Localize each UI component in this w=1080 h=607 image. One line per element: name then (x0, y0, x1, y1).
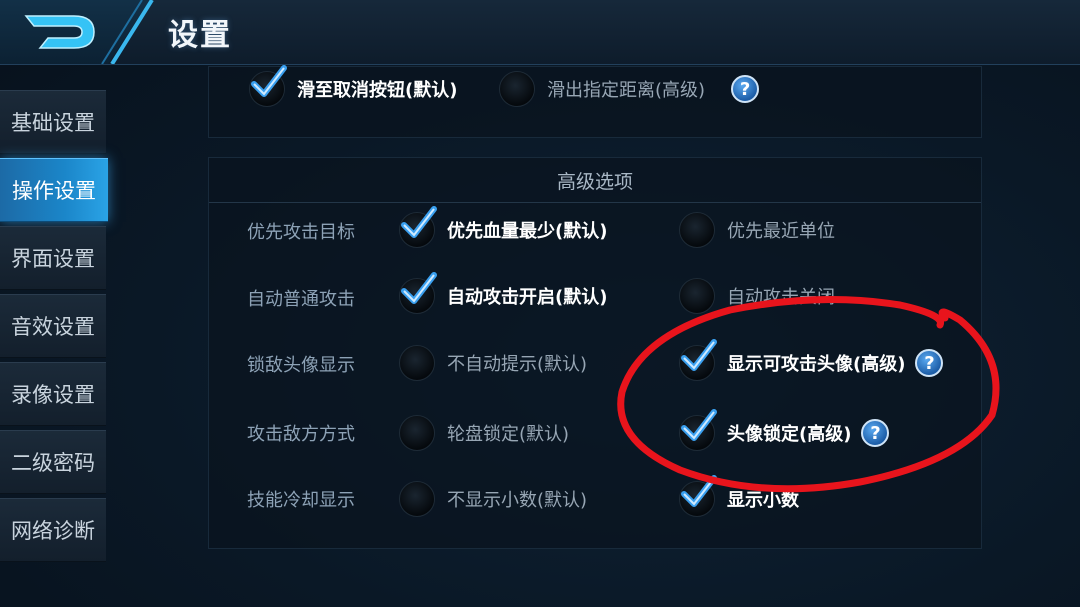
sidebar-item-network[interactable]: 网络诊断 (0, 498, 106, 562)
radio-unchecked (679, 278, 715, 314)
header-bar: 设置 (0, 0, 1080, 65)
help-icon[interactable]: ? (915, 349, 944, 377)
sidebar-item-password[interactable]: 二级密码 (0, 430, 106, 494)
radio-checked (679, 475, 717, 517)
option-slide-to-cancel[interactable]: 滑至取消按钮(默认) (249, 65, 458, 109)
option-label: 滑出指定距离(高级) (547, 80, 706, 101)
sidebar-item-sound[interactable]: 音效设置 (0, 294, 106, 358)
sidebar-item-controls[interactable]: 操作设置 (0, 158, 108, 222)
option-auto-attack-on[interactable]: 自动攻击开启(默认) (399, 272, 608, 316)
advanced-options-panel: 高级选项 优先攻击目标 优先血量最少(默认) 优先最近单位 自动普通攻击 自动攻… (208, 157, 982, 549)
option-label: 显示可攻击头像(高级) (727, 354, 906, 375)
option-label: 不显示小数(默认) (447, 490, 588, 511)
option-label: 不自动提示(默认) (447, 354, 588, 375)
option-nearest-unit[interactable]: 优先最近单位 (679, 210, 835, 250)
cancel-method-panel: 滑至取消按钮(默认) 滑出指定距离(高级) ? (208, 65, 982, 138)
row-label-target-priority: 优先攻击目标 (247, 222, 355, 243)
option-label: 显示小数 (727, 490, 799, 511)
radio-unchecked (399, 481, 435, 517)
option-lowest-hp[interactable]: 优先血量最少(默认) (399, 206, 608, 250)
option-label: 自动攻击开启(默认) (447, 287, 608, 308)
option-label: 优先血量最少(默认) (447, 221, 608, 242)
help-icon[interactable]: ? (861, 419, 890, 447)
radio-checked (679, 409, 717, 451)
row-label-cooldown-display: 技能冷却显示 (247, 490, 355, 511)
option-label: 头像锁定(高级) (727, 424, 852, 445)
option-no-decimals[interactable]: 不显示小数(默认) (399, 479, 587, 519)
option-label: 滑至取消按钮(默认) (297, 80, 458, 101)
checkmark-icon (681, 339, 717, 371)
radio-checked (249, 65, 287, 107)
back-arrow-icon (24, 15, 95, 49)
radio-checked (399, 206, 437, 248)
radio-unchecked (499, 71, 535, 107)
sidebar: 基础设置 操作设置 界面设置 音效设置 录像设置 二级密码 网络诊断 (0, 90, 108, 607)
option-label: 优先最近单位 (727, 221, 835, 242)
option-wheel-lock[interactable]: 轮盘锁定(默认) (399, 413, 569, 453)
option-show-decimals[interactable]: 显示小数 (679, 475, 799, 519)
option-label: 自动攻击关闭 (727, 287, 835, 308)
option-show-attackable-avatar[interactable]: 显示可攻击头像(高级) ? (679, 339, 944, 383)
row-label-attack-mode: 攻击敌方方式 (247, 424, 355, 445)
row-label-auto-attack: 自动普通攻击 (247, 289, 355, 310)
header-divider-icon (101, 0, 154, 64)
back-button[interactable] (22, 10, 104, 54)
radio-unchecked (399, 415, 435, 451)
checkmark-icon (401, 206, 437, 238)
option-auto-attack-off[interactable]: 自动攻击关闭 (679, 276, 835, 316)
option-slide-distance[interactable]: 滑出指定距离(高级) ? (499, 69, 760, 109)
option-label: 轮盘锁定(默认) (447, 424, 570, 445)
section-title: 高级选项 (209, 158, 981, 203)
radio-checked (679, 339, 717, 381)
checkmark-icon (401, 272, 437, 304)
checkmark-icon (681, 409, 717, 441)
radio-unchecked (399, 345, 435, 381)
radio-unchecked (679, 212, 715, 248)
sidebar-item-basic[interactable]: 基础设置 (0, 90, 106, 154)
checkmark-icon (681, 475, 717, 507)
option-no-auto-prompt[interactable]: 不自动提示(默认) (399, 343, 587, 383)
option-avatar-lock[interactable]: 头像锁定(高级) ? (679, 409, 890, 453)
sidebar-item-recording[interactable]: 录像设置 (0, 362, 106, 426)
checkmark-icon (251, 65, 287, 97)
page-title: 设置 (168, 18, 232, 53)
sidebar-item-interface[interactable]: 界面设置 (0, 226, 106, 290)
help-icon[interactable]: ? (731, 75, 760, 103)
radio-checked (399, 272, 437, 314)
row-label-lock-avatar: 锁敌头像显示 (247, 355, 355, 376)
